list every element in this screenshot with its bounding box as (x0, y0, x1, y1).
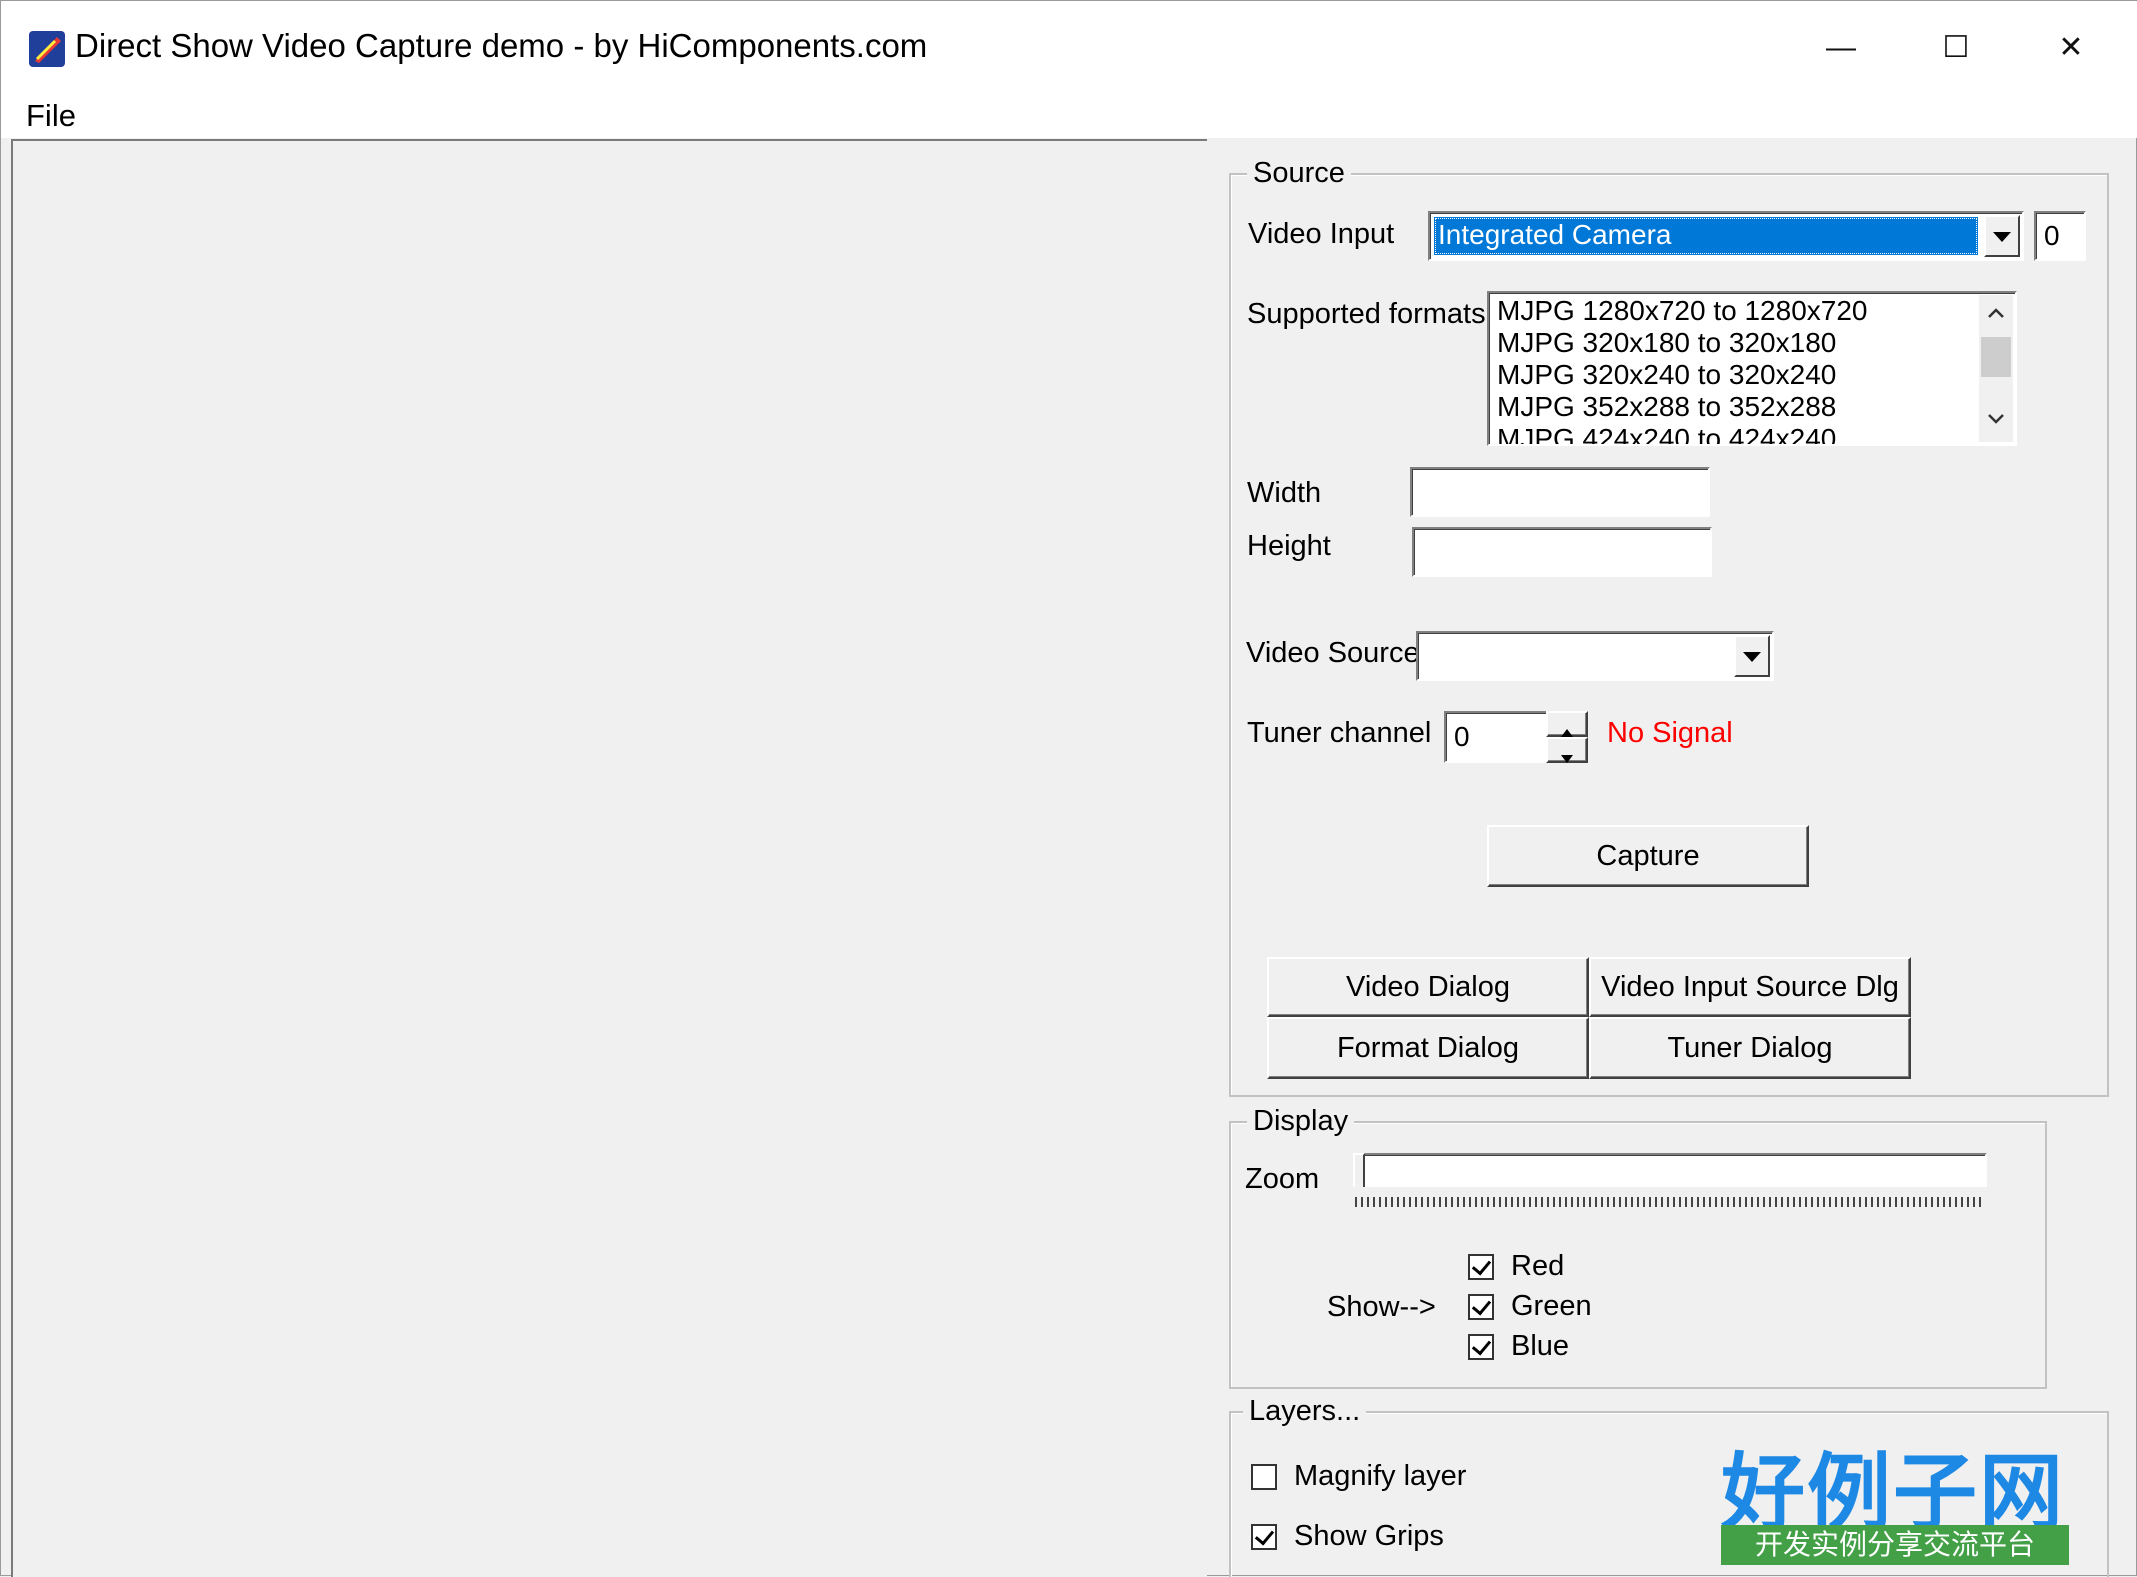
list-item[interactable]: MJPG 320x180 to 320x180 (1497, 327, 1836, 359)
formats-listbox[interactable]: MJPG 1280x720 to 1280x720 MJPG 320x180 t… (1487, 291, 2017, 446)
caret-down-icon (1561, 755, 1573, 763)
zoom-slider-ticks (1355, 1197, 1985, 1207)
watermark-tagline: 开发实例分享交流平台 (1721, 1525, 2069, 1565)
list-item[interactable]: MJPG 352x288 to 352x288 (1497, 391, 1836, 423)
scroll-down-icon[interactable] (1987, 413, 2005, 425)
chevron-down-icon[interactable] (1984, 215, 2020, 257)
minimize-icon: — (1826, 31, 1856, 64)
close-icon: ✕ (2058, 31, 2084, 64)
chevron-down-icon[interactable] (1734, 635, 1770, 677)
app-feather-icon (29, 31, 65, 67)
blue-label: Blue (1511, 1330, 1570, 1362)
signal-status: No Signal (1607, 717, 1733, 749)
width-input[interactable] (1410, 467, 1710, 517)
spin-up-button[interactable] (1546, 711, 1588, 737)
video-preview-area[interactable] (11, 139, 1207, 1577)
video-input-selected: Integrated Camera (1434, 217, 1978, 255)
show-label: Show--> (1327, 1291, 1436, 1323)
tuner-channel-value: 0 (1454, 721, 1470, 752)
list-item[interactable]: MJPG 1280x720 to 1280x720 (1497, 295, 1867, 327)
zoom-slider[interactable] (1353, 1151, 1989, 1213)
height-label: Height (1247, 530, 1331, 562)
maximize-button[interactable]: ☐ (1926, 23, 1986, 73)
tuner-channel-label: Tuner channel (1247, 717, 1432, 749)
red-label: Red (1511, 1250, 1565, 1282)
supported-formats-label: Supported formats: (1247, 298, 1494, 330)
title-bar[interactable]: Direct Show Video Capture demo - by HiCo… (1, 1, 2137, 94)
zoom-label: Zoom (1245, 1163, 1320, 1195)
layers-group-title: Layers... (1243, 1395, 1367, 1428)
display-group-title: Display (1247, 1105, 1355, 1138)
red-checkbox[interactable] (1468, 1254, 1494, 1280)
video-input-combo[interactable]: Integrated Camera (1428, 211, 2024, 261)
window-title: Direct Show Video Capture demo - by HiCo… (75, 27, 928, 64)
video-input-source-button[interactable]: Video Input Source Dlg (1589, 957, 1911, 1017)
spin-down-button[interactable] (1546, 737, 1588, 763)
magnify-layer-checkbox[interactable] (1251, 1464, 1277, 1490)
video-source-combo[interactable] (1416, 631, 1774, 681)
format-dialog-button[interactable]: Format Dialog (1267, 1017, 1589, 1079)
green-label: Green (1511, 1290, 1592, 1322)
blue-checkbox[interactable] (1468, 1334, 1494, 1360)
list-item[interactable]: MJPG 424x240 to 424x240 (1497, 423, 1836, 444)
app-window: Direct Show Video Capture demo - by HiCo… (0, 0, 2137, 1577)
list-item[interactable]: MJPG 320x240 to 320x240 (1497, 359, 1836, 391)
height-input[interactable] (1412, 527, 1712, 577)
zoom-slider-thumb[interactable] (1353, 1153, 1365, 1187)
magnify-layer-label: Magnify layer (1294, 1460, 1467, 1492)
width-label: Width (1247, 477, 1322, 509)
minimize-button[interactable]: — (1811, 23, 1871, 73)
video-input-index-value: 0 (2044, 220, 2060, 251)
capture-button[interactable]: Capture (1487, 825, 1809, 887)
tuner-channel-input[interactable]: 0 (1444, 711, 1548, 763)
formats-scrollbar[interactable] (1979, 295, 2013, 442)
video-dialog-button[interactable]: Video Dialog (1267, 957, 1589, 1017)
scroll-up-icon[interactable] (1987, 307, 2005, 319)
video-source-label: Video Source (1246, 637, 1420, 669)
tuner-dialog-button[interactable]: Tuner Dialog (1589, 1017, 1911, 1079)
show-grips-label: Show Grips (1294, 1520, 1444, 1552)
maximize-icon: ☐ (1942, 31, 1970, 64)
video-input-label: Video Input (1248, 218, 1395, 250)
tuner-channel-spinner[interactable] (1546, 711, 1588, 763)
video-input-index-field[interactable]: 0 (2034, 211, 2086, 261)
green-checkbox[interactable] (1468, 1294, 1494, 1320)
close-button[interactable]: ✕ (2041, 23, 2101, 73)
menu-bar: File (1, 94, 2137, 138)
scroll-thumb[interactable] (1981, 337, 2011, 377)
source-group-title: Source (1247, 157, 1351, 190)
watermark-logo: 好例子网 开发实例分享交流平台 (1721, 1426, 2071, 1577)
zoom-slider-track (1361, 1153, 1987, 1187)
show-grips-checkbox[interactable] (1251, 1524, 1277, 1550)
menu-file[interactable]: File (26, 94, 76, 138)
